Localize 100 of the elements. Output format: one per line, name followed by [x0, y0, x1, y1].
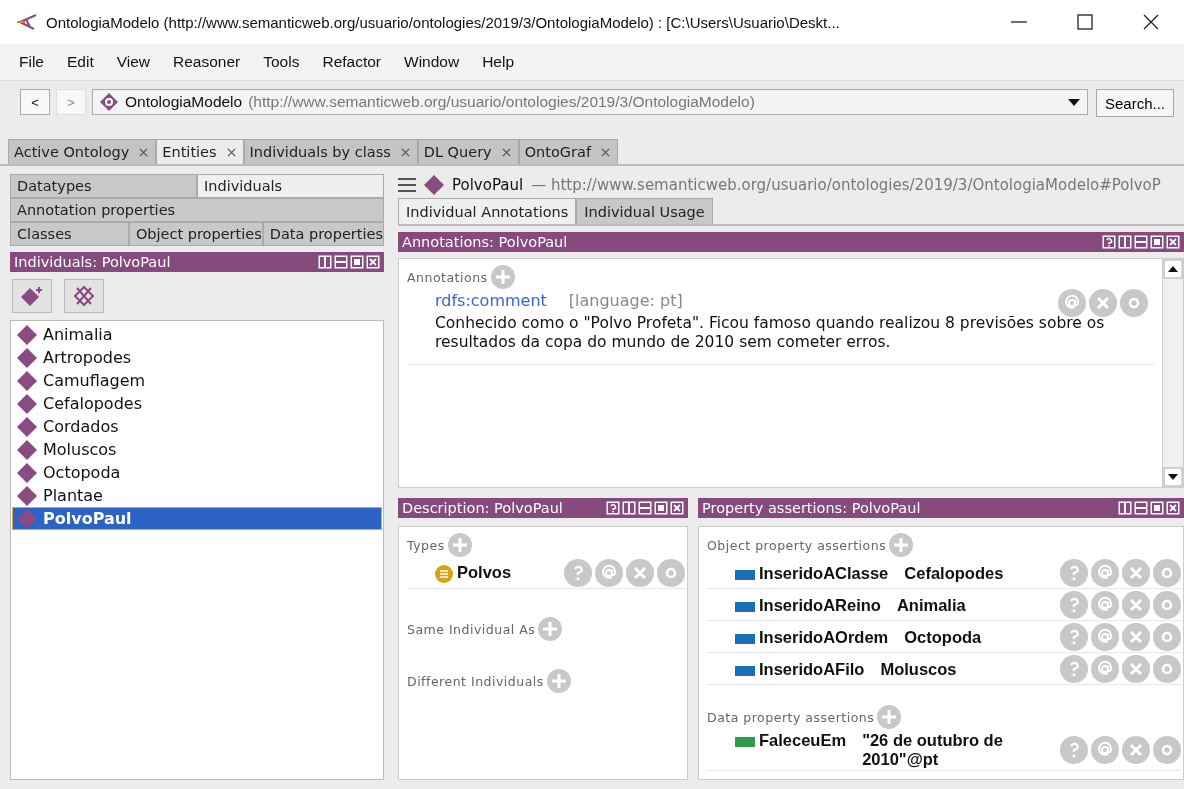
split-horizontal-icon[interactable] — [1134, 235, 1148, 249]
individual-icon — [17, 508, 37, 529]
individual-item[interactable]: Animalia — [12, 323, 382, 346]
individual-item[interactable]: Plantae — [12, 484, 382, 507]
help-icon[interactable] — [606, 501, 620, 515]
split-horizontal-icon[interactable] — [638, 501, 652, 515]
individual-item[interactable]: Cefalopodes — [12, 392, 382, 415]
menu-item[interactable]: Help — [473, 53, 523, 71]
close-icon[interactable] — [670, 501, 684, 515]
annotation-value: Conhecido como o "Polvo Profeta". Ficou famoso quando realizou 8 previsões sobre os resultados da copa do mundo de 2010 sem cometer erros. — [435, 314, 1106, 352]
annotation-property[interactable]: rdfs:comment — [435, 291, 547, 310]
menu-item[interactable]: Reasoner — [164, 53, 249, 71]
tab[interactable]: Entities — [156, 139, 244, 164]
class-icon — [435, 565, 453, 583]
individual-icon — [424, 175, 444, 195]
menu-item[interactable]: Tools — [254, 53, 308, 71]
section-label: Different Individuals — [407, 673, 544, 689]
close-icon[interactable] — [366, 255, 380, 269]
menu-icon[interactable] — [398, 178, 416, 192]
menu-item[interactable]: Refactor — [313, 53, 390, 71]
split-horizontal-icon[interactable] — [1134, 501, 1148, 515]
section-label: Annotations — [407, 269, 488, 285]
individual-icon — [17, 324, 37, 345]
add-individual-icon[interactable] — [19, 285, 45, 307]
window-title: OntologiaModelo (http://www.semanticweb.org/usuario/ontologies/2019/3/OntologiaModelo) : [C:\Users\Usuario\Deskt... — [46, 13, 841, 31]
close-icon[interactable] — [226, 147, 236, 157]
app-logo-icon — [16, 13, 38, 31]
property-name[interactable]: InseridoAReino — [759, 595, 881, 615]
split-horizontal-icon[interactable] — [334, 255, 348, 269]
entity-tab[interactable]: Data properties — [262, 222, 384, 246]
scroll-down-icon[interactable] — [1163, 467, 1183, 487]
split-vertical-icon[interactable] — [318, 255, 332, 269]
delete-individual-icon[interactable] — [71, 285, 97, 307]
language-tag: [language: pt] — [568, 291, 683, 310]
tab[interactable]: DL Query — [417, 139, 519, 164]
maximize-icon[interactable] — [1150, 235, 1164, 249]
dropdown-arrow-icon[interactable] — [1066, 97, 1081, 107]
individual-item[interactable]: Camuflagem — [12, 369, 382, 392]
property-name[interactable]: InseridoAClasse — [759, 563, 889, 583]
split-vertical-icon[interactable] — [1118, 501, 1132, 515]
split-vertical-icon[interactable] — [622, 501, 636, 515]
individual-icon — [17, 347, 37, 368]
individual-item[interactable]: Cordados — [12, 415, 382, 438]
property-value[interactable]: Moluscos — [880, 659, 957, 679]
scroll-up-icon[interactable] — [1163, 259, 1183, 279]
search-button[interactable]: Search... — [1095, 89, 1174, 117]
entity-tab[interactable]: Annotation properties — [10, 198, 384, 222]
split-vertical-icon[interactable] — [1118, 235, 1132, 249]
object-property-icon — [735, 633, 755, 644]
panel-header: Property assertions: PolvoPaul — [698, 498, 1184, 518]
entity-tab[interactable]: Classes — [10, 222, 129, 246]
view-tab[interactable]: Individual Usage — [576, 198, 713, 224]
individual-icon — [17, 370, 37, 391]
entity-iri: — http://www.semanticweb.org/usuario/ontologies/2019/3/OntologiaModelo#PolvoP — [531, 176, 1161, 194]
ontology-icon — [99, 92, 119, 112]
individual-item[interactable]: Octopoda — [12, 461, 382, 484]
individual-item[interactable]: Artropodes — [12, 346, 382, 369]
entity-tab[interactable]: Object properties — [128, 222, 263, 246]
data-property-icon — [735, 737, 755, 747]
property-value[interactable]: Cefalopodes — [904, 563, 1004, 583]
section-label: Object property assertions — [707, 537, 887, 553]
add-individual-button[interactable] — [12, 279, 52, 313]
menu-item[interactable]: Edit — [58, 53, 102, 71]
tab[interactable]: Active Ontology — [8, 139, 157, 164]
property-value[interactable]: "26 de outubro de 2010"@pt — [862, 731, 1060, 769]
property-name[interactable]: FaleceuEm — [759, 731, 847, 750]
close-icon[interactable] — [1166, 501, 1180, 515]
menu-item[interactable]: File — [10, 53, 52, 71]
help-icon[interactable] — [1102, 235, 1116, 249]
individual-icon — [17, 393, 37, 414]
object-property-icon — [735, 601, 755, 612]
menu-item[interactable]: View — [107, 53, 159, 71]
panel-header: Annotations: PolvoPaul — [398, 232, 1184, 252]
menu-item[interactable]: Window — [395, 53, 468, 71]
individual-item[interactable]: PolvoPaul — [12, 507, 382, 530]
entity-tab[interactable]: Individuals — [197, 174, 384, 198]
close-icon[interactable] — [1166, 235, 1180, 249]
maximize-icon[interactable] — [654, 501, 668, 515]
tab[interactable]: Individuals by class — [243, 139, 418, 164]
entity-tab[interactable]: Datatypes — [10, 174, 197, 198]
view-tab[interactable]: Individual Annotations — [398, 198, 577, 224]
section-label: Data property assertions — [707, 709, 875, 725]
individual-item[interactable]: Moluscos — [12, 438, 382, 461]
entity-name: PolvoPaul — [452, 176, 524, 194]
tab[interactable]: OntoGraf — [518, 139, 619, 164]
maximize-icon[interactable] — [1150, 501, 1164, 515]
property-value[interactable]: Animalia — [896, 595, 966, 615]
back-button[interactable]: < — [20, 89, 50, 115]
delete-individual-button[interactable] — [64, 279, 104, 313]
ontology-selector[interactable]: OntologiaModelo (http://www.semanticweb.org/usuario/ontologies/2019/3/OntologiaModelo) — [92, 89, 1088, 115]
section-label: Types — [407, 537, 445, 553]
maximize-icon[interactable] — [1074, 11, 1096, 33]
individual-icon — [17, 485, 37, 506]
individual-icon — [17, 462, 37, 483]
property-name[interactable]: InseridoAOrdem — [759, 627, 889, 647]
property-value[interactable]: Octopoda — [904, 627, 982, 647]
panel-header: Description: PolvoPaul — [398, 498, 688, 518]
type-label[interactable]: Polvos — [457, 563, 512, 582]
maximize-icon[interactable] — [350, 255, 364, 269]
property-name[interactable]: InseridoAFilo — [759, 659, 865, 679]
